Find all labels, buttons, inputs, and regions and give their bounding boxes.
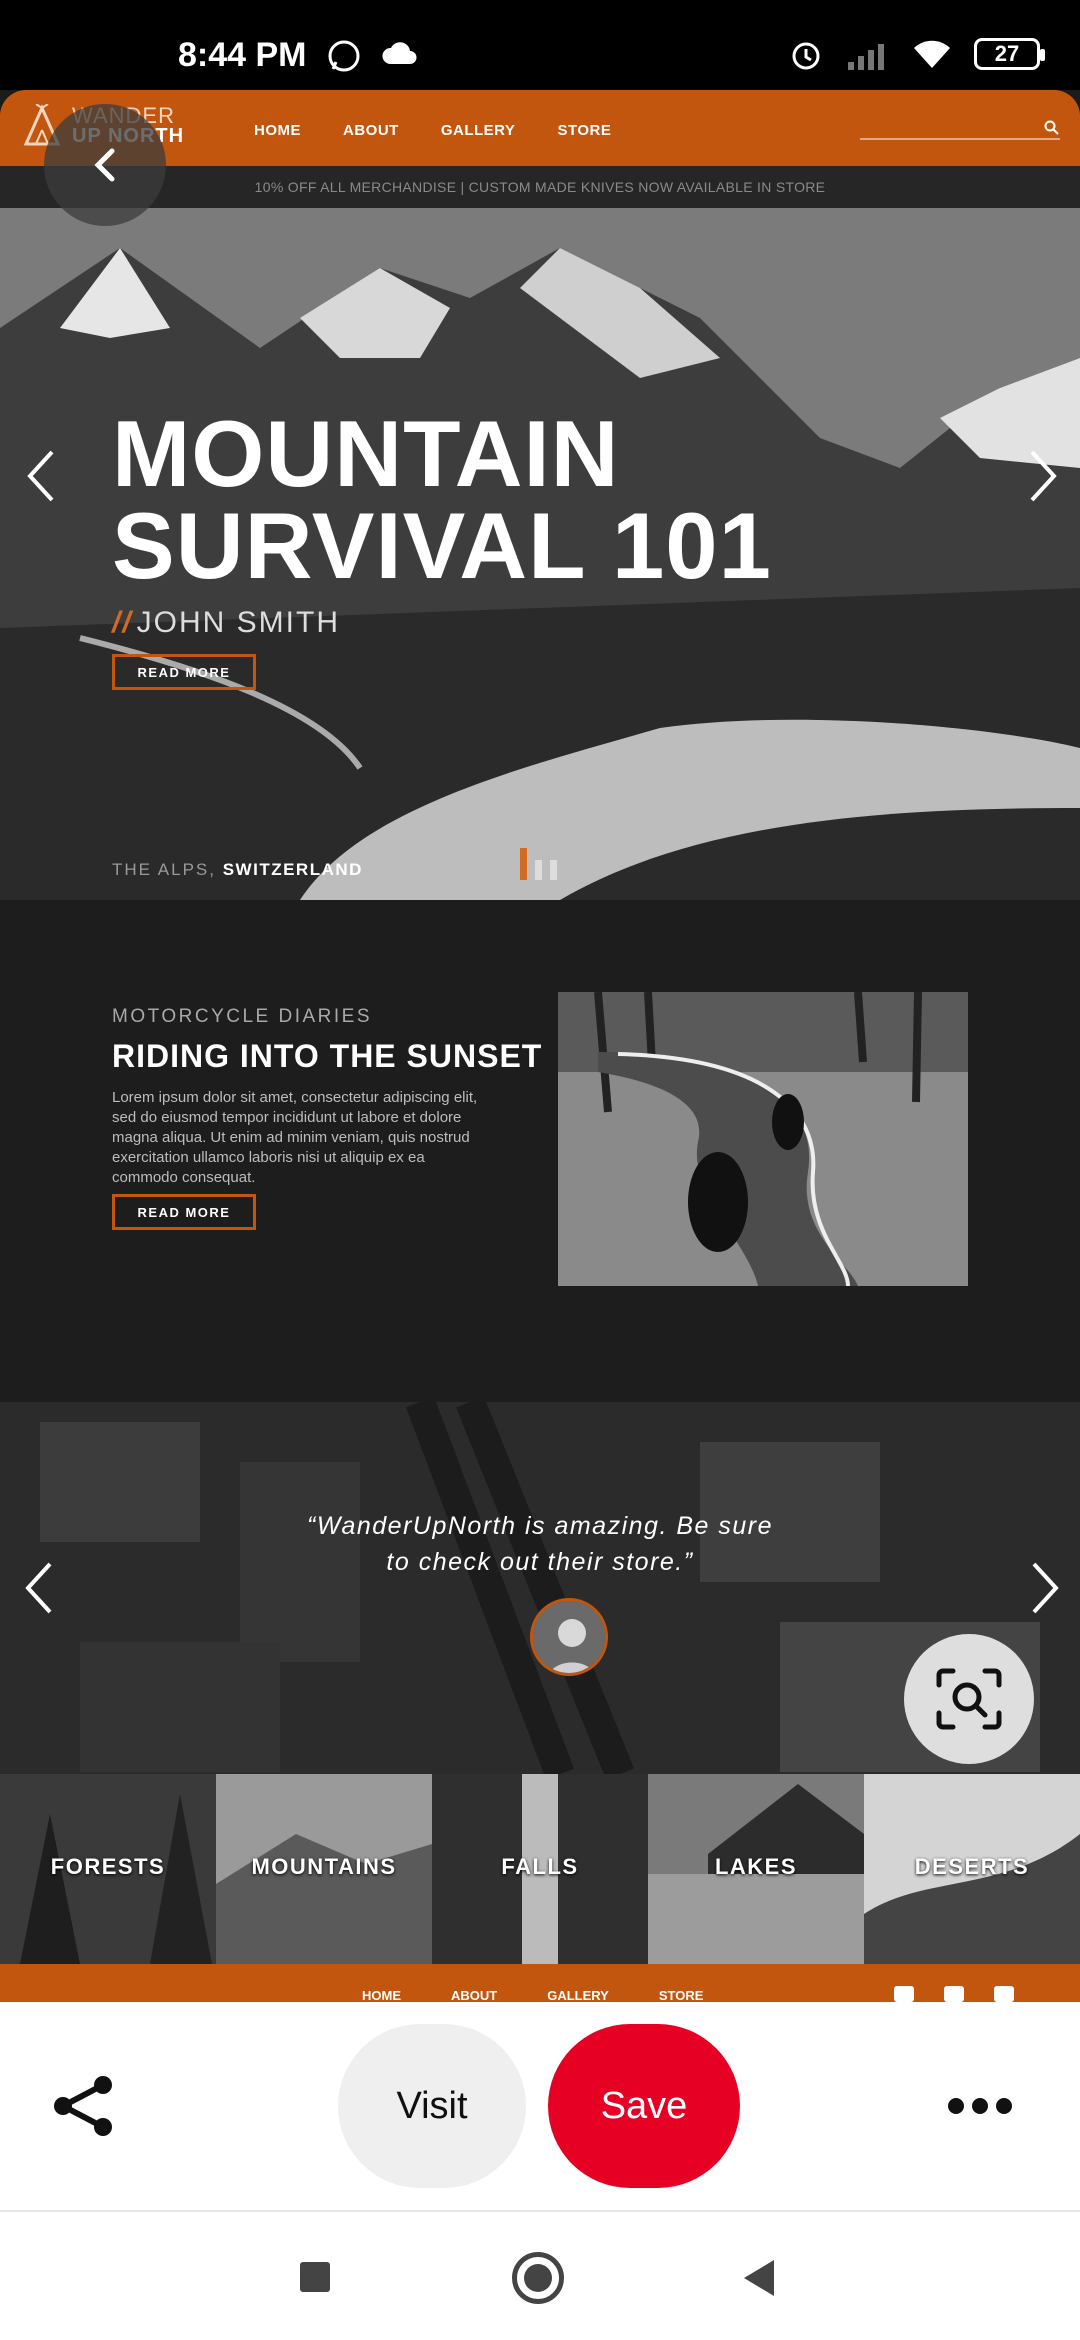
recents-button[interactable] [300, 2262, 330, 2292]
status-bar: 8:44 PM 27 [0, 0, 1080, 90]
twitter-icon [894, 1986, 914, 2002]
category-falls: FALLS [432, 1774, 648, 1964]
story-title: RIDING INTO THE SUNSET [112, 1038, 543, 1074]
testimonial-quote: “WanderUpNorth is amazing. Be sure to ch… [307, 1512, 773, 1576]
testimonial-prev-arrow [25, 1562, 52, 1614]
nav-store: STORE [557, 122, 612, 139]
category-forests: FORESTS [0, 1774, 216, 1964]
dot [996, 2098, 1012, 2114]
hero-author: //JOHN SMITH [112, 606, 340, 640]
hero-location: THE ALPS, SWITZERLAND [112, 860, 363, 880]
status-time: 8:44 PM [178, 36, 307, 74]
system-nav-bar [0, 2212, 1080, 2340]
alarm-icon [792, 42, 820, 70]
signal-icon [848, 44, 884, 70]
wifi-icon [914, 40, 950, 68]
more-options-button[interactable] [940, 2086, 1020, 2126]
nav-home: HOME [254, 122, 301, 139]
category-label: MOUNTAINS [251, 1854, 397, 1879]
category-deserts: DESERTS [864, 1774, 1080, 1964]
battery-level: 27 [994, 41, 1020, 66]
site-footer: HOME ABOUT GALLERY STORE [0, 1964, 1080, 2002]
motorcycle-road-image [558, 992, 968, 1286]
author-name: JOHN SMITH [136, 606, 340, 639]
dot [972, 2098, 988, 2114]
share-icon [54, 2076, 112, 2136]
facebook-icon [944, 1986, 964, 2002]
testimonial-avatar [530, 1598, 608, 1676]
slide-dot [535, 860, 542, 880]
hero-title-line2: SURVIVAL 101 [112, 493, 772, 598]
hero-read-more-button: READ MORE [112, 654, 256, 690]
hero-next-arrow [1030, 450, 1057, 502]
category-lakes: LAKES [648, 1774, 864, 1964]
location-prefix: THE ALPS, [112, 860, 216, 879]
author-slashes: // [112, 606, 133, 639]
dot [948, 2098, 964, 2114]
cloud-icon [382, 42, 417, 64]
footer-store: STORE [658, 1988, 704, 2002]
search-icon [1044, 120, 1059, 135]
slide-indicator [520, 848, 557, 880]
instagram-icon [994, 1986, 1014, 2002]
category-label: FORESTS [50, 1854, 166, 1879]
category-strip: FORESTS MOUNTAINS FALLS LAKES DESERTS [0, 1774, 1080, 1964]
story-read-more-button: READ MORE [112, 1194, 256, 1230]
visit-button[interactable]: Visit [338, 2024, 526, 2188]
testimonial-next-arrow [1032, 1562, 1059, 1614]
hero-title-line1: MOUNTAIN [112, 401, 620, 506]
footer-gallery: GALLERY [547, 1988, 609, 2002]
system-back-button[interactable] [744, 2260, 774, 2296]
footer-home: HOME [362, 1988, 401, 2002]
footer-about: ABOUT [451, 1988, 498, 2002]
site-search-field [860, 120, 1060, 140]
slide-dot [550, 860, 557, 880]
battery-icon: 27 [974, 38, 1045, 70]
story-kicker: MOTORCYCLE DIARIES [112, 1006, 373, 1027]
nav-gallery: GALLERY [440, 122, 516, 139]
story-section: MOTORCYCLE DIARIES RIDING INTO THE SUNSE… [0, 900, 1080, 1402]
share-button[interactable] [48, 2070, 120, 2142]
hero-slide: MOUNTAIN SURVIVAL 101 //JOHN SMITH READ … [0, 208, 1080, 900]
hero-title: MOUNTAIN SURVIVAL 101 [112, 401, 772, 598]
story-body: Lorem ipsum dolor sit amet, consectetur … [112, 1089, 478, 1186]
lens-search-icon [936, 1668, 1002, 1730]
save-button[interactable]: Save [548, 2024, 740, 2188]
back-button[interactable] [44, 104, 166, 226]
category-mountains: MOUNTAINS [216, 1774, 432, 1964]
location-country: SWITZERLAND [222, 860, 363, 879]
category-label: FALLS [501, 1854, 579, 1879]
chevron-left-icon [94, 148, 115, 182]
nav-about: ABOUT [343, 122, 399, 139]
category-label: LAKES [714, 1854, 798, 1879]
category-label: DESERTS [914, 1854, 1030, 1879]
pin-action-bar: Visit Save [0, 2002, 1080, 2212]
whatsapp-icon [328, 40, 360, 72]
visual-search-button[interactable] [904, 1634, 1034, 1764]
slide-dot-active [520, 848, 527, 880]
home-button[interactable] [512, 2252, 564, 2304]
hero-prev-arrow [27, 450, 54, 502]
motorcycle-photo [558, 992, 968, 1286]
